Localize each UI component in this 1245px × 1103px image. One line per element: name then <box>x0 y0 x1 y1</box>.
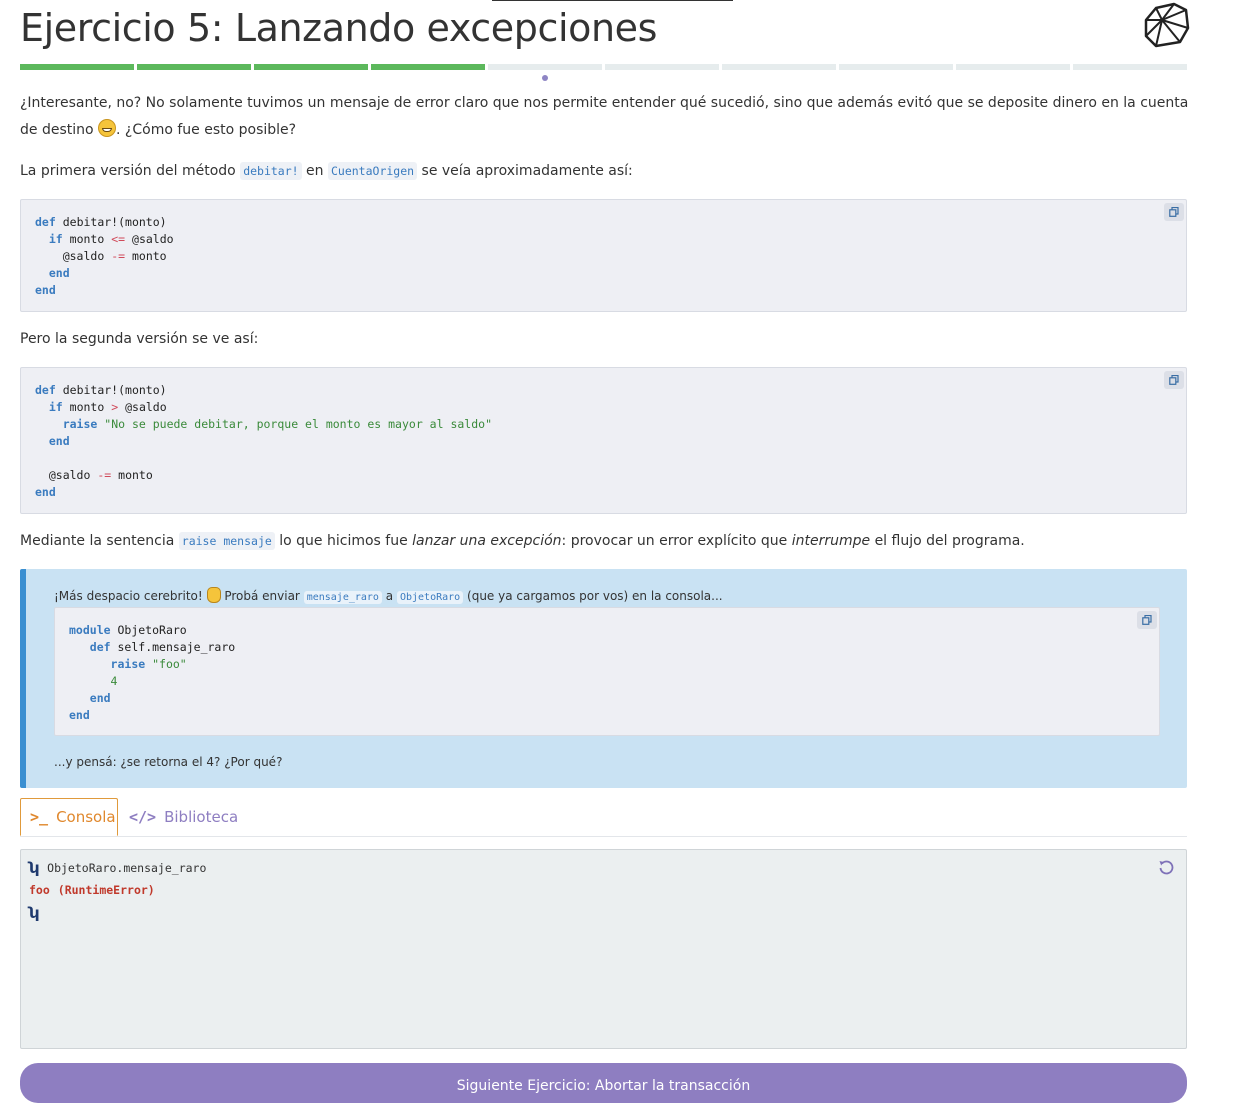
ruby-logo-icon <box>1144 2 1190 48</box>
progress-segment[interactable] <box>20 64 134 70</box>
copy-code-button[interactable] <box>1137 611 1157 629</box>
console-error-line: foo (RuntimeError) <box>29 883 155 897</box>
console-input-line: ʮ ObjetoRaro.mensaje_raro <box>29 859 207 877</box>
progress-segment[interactable] <box>137 64 251 70</box>
tip-callout: ¡Más despacio cerebrito! Probá enviar me… <box>20 569 1187 788</box>
console-prompt-icon: ʮ <box>29 904 40 922</box>
intro-paragraph: ¿Interesante, no? No solamente tuvimos u… <box>20 95 1189 138</box>
console-active-prompt[interactable]: ʮ <box>29 904 39 922</box>
exercise-progress-bar <box>20 64 1187 70</box>
grinning-face-emoji-icon <box>98 119 117 137</box>
copy-icon <box>1142 615 1152 625</box>
inline-code-debitar: debitar! <box>240 162 302 180</box>
page-title: Ejercicio 5: Lanzando excepciones <box>20 6 658 50</box>
copy-code-button[interactable] <box>1164 203 1184 221</box>
terminal-icon: >_ <box>30 808 49 826</box>
tab-biblioteca[interactable]: </> Biblioteca <box>120 798 247 836</box>
inline-code-objeto-raro: ObjetoRaro <box>396 591 464 604</box>
progress-segment[interactable] <box>605 64 719 70</box>
tip-intro-text: ¡Más despacio cerebrito! Probá enviar me… <box>54 587 723 604</box>
progress-segment[interactable] <box>839 64 953 70</box>
second-version-paragraph: Pero la segunda versión se ve así: <box>20 331 259 347</box>
copy-icon <box>1169 207 1179 217</box>
first-version-paragraph: La primera versión del método debitar! e… <box>20 162 633 180</box>
tab-consola[interactable]: >_ Consola <box>20 798 118 836</box>
inline-code-mensaje-raro: mensaje_raro <box>303 591 382 604</box>
progress-segment[interactable] <box>371 64 485 70</box>
raise-explanation-paragraph: Mediante la sentencia raise mensaje lo q… <box>20 532 1025 550</box>
code-block-second-version: def debitar!(monto) if monto > @saldo ra… <box>20 367 1187 514</box>
inline-code-raise-mensaje: raise mensaje <box>178 532 275 550</box>
copy-code-button[interactable] <box>1164 371 1184 389</box>
progress-segment[interactable] <box>254 64 368 70</box>
current-exercise-dot <box>542 75 548 81</box>
reset-console-icon[interactable] <box>1158 859 1174 875</box>
code-block-first-version: def debitar!(monto) if monto <= @saldo @… <box>20 199 1187 312</box>
editor-tabs: >_ Consola </> Biblioteca <box>20 798 1187 837</box>
tip-footer-text: ...y pensá: ¿se retorna el 4? ¿Por qué? <box>54 755 283 769</box>
copy-icon <box>1169 375 1179 385</box>
inline-code-cuenta-origen: CuentaOrigen <box>327 162 418 180</box>
raised-hand-emoji-icon <box>206 587 221 603</box>
progress-segment[interactable] <box>1073 64 1187 70</box>
progress-segment-current[interactable] <box>488 64 602 70</box>
next-exercise-button[interactable]: Siguiente Ejercicio: Abortar la transacc… <box>20 1063 1187 1103</box>
code-block-objeto-raro: module ObjetoRaro def self.mensaje_raro … <box>54 607 1160 736</box>
progress-segment[interactable] <box>956 64 1070 70</box>
code-icon: </> <box>129 808 157 826</box>
console-prompt-icon: ʮ <box>29 859 40 877</box>
progress-segment[interactable] <box>722 64 836 70</box>
ruby-console[interactable]: ʮ ObjetoRaro.mensaje_raro foo (RuntimeEr… <box>20 849 1187 1049</box>
top-divider <box>492 0 733 1</box>
